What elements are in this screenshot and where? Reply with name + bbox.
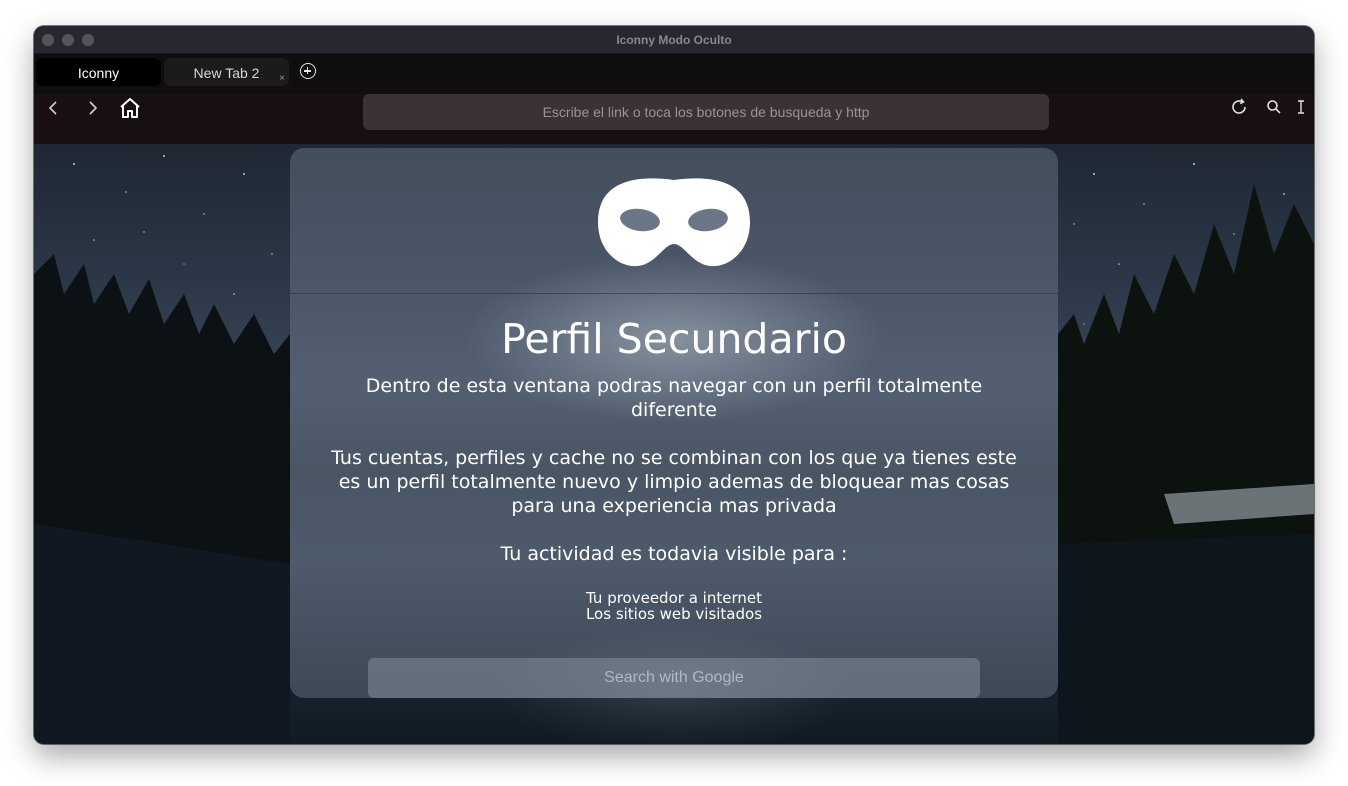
tab-label: Iconny — [77, 65, 120, 81]
tab-iconny[interactable]: Iconny — [36, 58, 161, 86]
reload-icon[interactable] — [1230, 98, 1248, 121]
toolbar: Escribe el link o toca los botones de bu… — [34, 94, 1314, 144]
new-tab-icon[interactable] — [300, 63, 316, 79]
card-header — [290, 148, 1058, 294]
address-bar[interactable]: Escribe el link o toca los botones de bu… — [363, 94, 1049, 130]
text-cursor-icon[interactable] — [1296, 100, 1306, 119]
back-icon[interactable] — [46, 100, 62, 121]
search-icon[interactable] — [1266, 99, 1282, 120]
close-tab-icon[interactable]: × — [279, 74, 285, 84]
window-title: Iconny Modo Oculto — [616, 33, 732, 47]
forward-icon[interactable] — [84, 100, 100, 121]
tab-new-tab-2[interactable]: New Tab 2 × — [164, 58, 289, 86]
description-paragraph-1: Dentro de esta ventana podras navegar co… — [365, 375, 983, 421]
list-item: Los sitios web visitados — [585, 605, 763, 623]
page-title: Perfil Secundario — [501, 315, 847, 363]
google-search-input[interactable]: Search with Google — [368, 658, 980, 698]
title-bar: Iconny Modo Oculto — [34, 26, 1314, 54]
browser-window: Iconny Modo Oculto Iconny New Tab 2 × Es… — [34, 26, 1314, 744]
incognito-info-card: Perfil Secundario Dentro de esta ventana… — [290, 148, 1058, 698]
page-content: Perfil Secundario Dentro de esta ventana… — [34, 144, 1314, 744]
incognito-mask-icon — [598, 176, 750, 273]
tab-bar: Iconny New Tab 2 × — [34, 54, 1314, 94]
visible-to-list: Tu proveedor a internet Los sitios web v… — [290, 590, 1058, 622]
home-icon[interactable] — [118, 96, 142, 125]
list-item: Tu proveedor a internet — [586, 589, 762, 607]
description-paragraph-2: Tus cuentas, perfiles y cache no se comb… — [331, 447, 1017, 517]
tab-label: New Tab 2 — [193, 65, 260, 81]
visibility-heading: Tu actividad es todavia visible para : — [500, 543, 848, 565]
